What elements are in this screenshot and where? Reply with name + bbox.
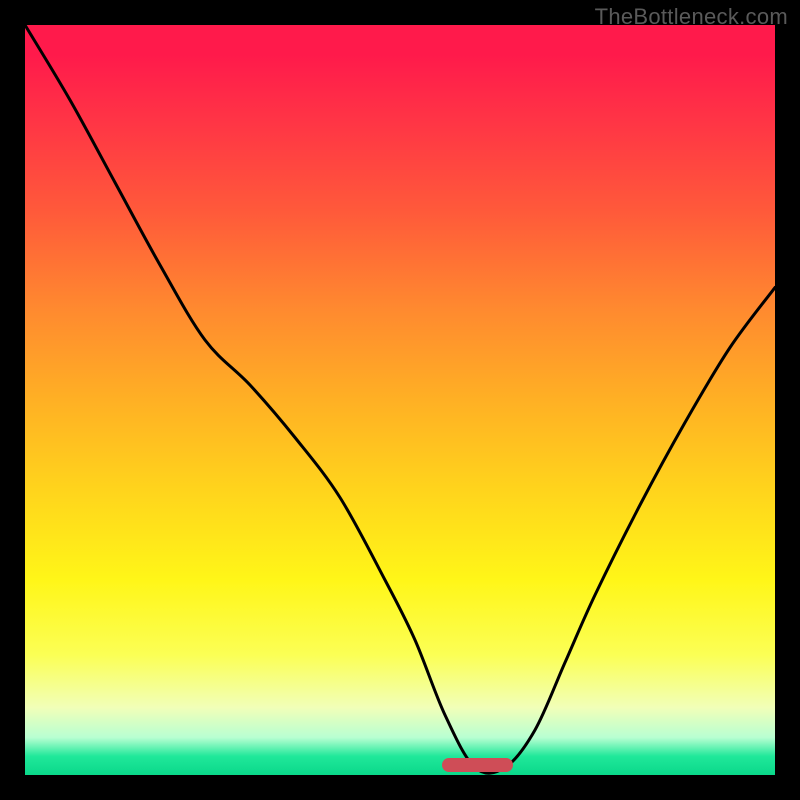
curve-path [25,25,775,773]
stage: TheBottleneck.com [0,0,800,800]
minimum-indicator-bar [442,758,513,772]
bottleneck-curve [25,25,775,775]
watermark-text: TheBottleneck.com [595,4,788,30]
plot-area [25,25,775,775]
